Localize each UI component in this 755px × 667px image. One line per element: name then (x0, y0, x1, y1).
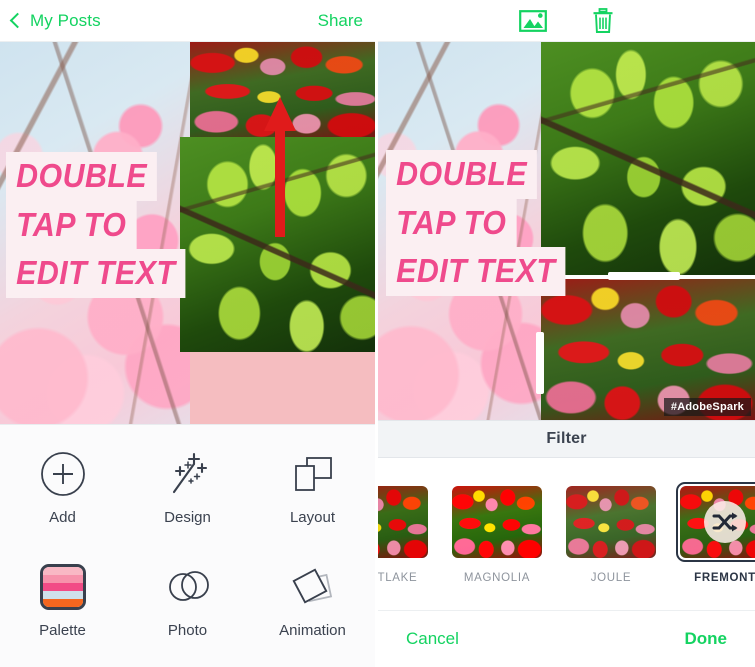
back-button-label: My Posts (30, 10, 101, 30)
filter-option-fremont[interactable]: FREMONT (676, 482, 755, 584)
chevron-left-icon (9, 12, 26, 29)
overlapping-circles-icon (164, 563, 212, 611)
headline-line: EDIT TEXT (6, 249, 186, 298)
delete-image-button[interactable] (591, 7, 615, 34)
filter-thumb-wrap (562, 482, 660, 562)
right-screen: #AdobeSpark DOUBLE TAP TO EDIT TEXT Filt… (378, 0, 755, 667)
filter-thumb-wrap (378, 482, 432, 562)
headline-line: EDIT TEXT (386, 247, 566, 296)
tool-label: Animation (279, 621, 346, 639)
plus-circle-icon (39, 450, 87, 498)
filter-label: FREMONT (694, 572, 755, 584)
tool-design[interactable]: Design (125, 450, 250, 526)
tool-animation[interactable]: Animation (250, 563, 375, 639)
tulips-photo[interactable] (190, 42, 375, 137)
filter-panel-header: Filter (378, 420, 755, 458)
adobe-spark-watermark: #AdobeSpark (663, 398, 751, 416)
selection-handle-top[interactable] (608, 272, 680, 280)
filter-thumbnail-strip[interactable]: MONTLAKE MAGNOLIA JOULE (378, 458, 755, 610)
headline-text-block[interactable]: DOUBLE TAP TO EDIT TEXT (6, 152, 201, 298)
replace-image-button[interactable] (518, 9, 547, 33)
filter-label: MONTLAKE (378, 572, 418, 584)
right-top-navbar (378, 0, 755, 42)
filter-action-bar: Cancel Done (378, 610, 755, 667)
filter-preview-thumbnail (378, 486, 428, 558)
palette-swatch (39, 563, 86, 610)
filter-label: MAGNOLIA (463, 572, 531, 584)
tool-label: Design (164, 508, 211, 526)
filter-option-joule[interactable]: JOULE (562, 482, 660, 584)
trash-can-icon (593, 7, 612, 33)
headline-line: TAP TO (386, 198, 517, 248)
tool-add[interactable]: Add (0, 450, 125, 526)
headline-line: DOUBLE (6, 152, 158, 201)
color-palette-icon (39, 563, 86, 611)
filter-option-montlake[interactable]: MONTLAKE (378, 482, 432, 584)
done-button[interactable]: Done (685, 629, 728, 649)
selection-handle-left[interactable] (536, 332, 544, 394)
back-to-my-posts-button[interactable]: My Posts (9, 10, 101, 31)
left-top-navbar: My Posts Share (0, 0, 375, 42)
tool-photo[interactable]: Photo (125, 563, 250, 639)
filter-rail: MONTLAKE MAGNOLIA JOULE (378, 482, 755, 584)
tulips-photo-selected[interactable]: #AdobeSpark (541, 279, 755, 420)
left-tool-grid: Add Design Layout Palette Photo Animatio… (0, 424, 375, 667)
magic-wand-icon (164, 450, 212, 498)
pink-color-block[interactable] (190, 352, 375, 424)
filter-preview-thumbnail (452, 486, 542, 558)
filter-option-magnolia[interactable]: MAGNOLIA (448, 482, 546, 584)
headline-line: TAP TO (6, 200, 137, 250)
filter-preview-thumbnail (566, 486, 656, 558)
tool-label: Add (49, 508, 76, 526)
tool-layout[interactable]: Layout (250, 450, 375, 526)
image-picture-icon (518, 9, 547, 32)
filter-preview-thumbnail (680, 486, 755, 558)
shuffle-icon[interactable] (704, 501, 746, 543)
left-collage-canvas[interactable]: DOUBLE TAP TO EDIT TEXT (0, 42, 375, 424)
green-leaves-photo[interactable] (180, 137, 375, 352)
filter-panel-title: Filter (546, 430, 587, 447)
filter-label: JOULE (590, 572, 632, 584)
cancel-button[interactable]: Cancel (406, 629, 459, 649)
share-button[interactable]: Share (318, 11, 363, 31)
left-screen: My Posts Share DOUBLE TAP TO EDIT TEXT A… (0, 0, 378, 667)
filter-thumb-wrap (448, 482, 546, 562)
tool-label: Palette (39, 621, 86, 639)
tool-palette[interactable]: Palette (0, 563, 125, 639)
filter-thumb-wrap-selected (676, 482, 755, 562)
dual-screen-container: My Posts Share DOUBLE TAP TO EDIT TEXT A… (0, 0, 755, 667)
headline-line: DOUBLE (386, 150, 538, 199)
right-collage-canvas[interactable]: #AdobeSpark DOUBLE TAP TO EDIT TEXT (378, 42, 755, 420)
tool-label: Photo (167, 621, 208, 639)
headline-text-block[interactable]: DOUBLE TAP TO EDIT TEXT (386, 150, 581, 296)
overlapping-rectangles-icon (289, 450, 337, 498)
tool-label: Layout (289, 508, 336, 526)
tilted-squares-icon (289, 563, 337, 611)
